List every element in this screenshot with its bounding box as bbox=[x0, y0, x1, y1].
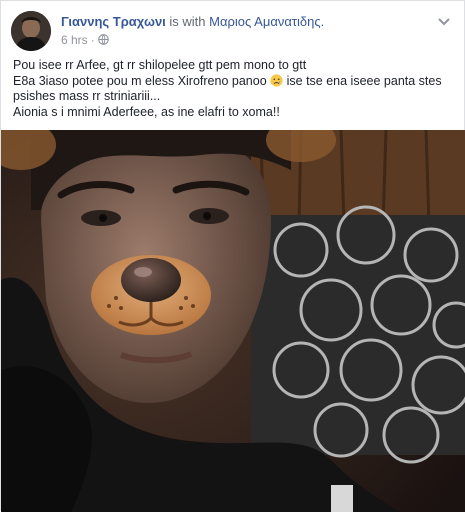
post-timestamp[interactable]: 6 hrs bbox=[61, 33, 88, 47]
post-text-line-2-end: ise tse ena iseee panta stes bbox=[286, 73, 442, 88]
author-name-link[interactable]: Γιαννης Τραχωνι bbox=[61, 14, 166, 29]
post-header: Γιαννης Τραχωνι is with Μαριος Αμανατιδη… bbox=[11, 11, 454, 51]
post-photo[interactable] bbox=[1, 130, 465, 512]
post-text: Pou isee rr Arfee, gt rr shilopelee gtt … bbox=[13, 58, 453, 120]
avatar[interactable] bbox=[11, 11, 51, 51]
post-author-line: Γιαννης Τραχωνι is with Μαριος Αμανατιδη… bbox=[61, 14, 324, 29]
post-text-line-4: Aionia s i mnimi Aderfeee, as ine elafri… bbox=[13, 104, 280, 119]
globe-icon[interactable] bbox=[97, 34, 109, 48]
post-meta: 6 hrs · bbox=[61, 33, 109, 48]
post-text-line-2-part: Ε8a 3iaso potee pou m eless Xirofreno pa… bbox=[13, 73, 267, 88]
chevron-down-icon[interactable] bbox=[436, 13, 452, 29]
sad-face-emoji-icon bbox=[270, 73, 283, 87]
facebook-post: Γιαννης Τραχωνι is with Μαριος Αμανατιδη… bbox=[0, 0, 465, 512]
post-text-line-2: Ε8a 3iaso potee pou m eless Xirofreno pa… bbox=[13, 74, 453, 90]
post-text-line-3: psishes mass rr striniariii... bbox=[13, 89, 161, 103]
tagged-user-link[interactable]: Μαριος Αμανατιδης. bbox=[209, 14, 324, 29]
with-text: is with bbox=[169, 14, 206, 29]
post-text-line-1: Pou isee rr Arfee, gt rr shilopelee gtt … bbox=[13, 58, 307, 72]
